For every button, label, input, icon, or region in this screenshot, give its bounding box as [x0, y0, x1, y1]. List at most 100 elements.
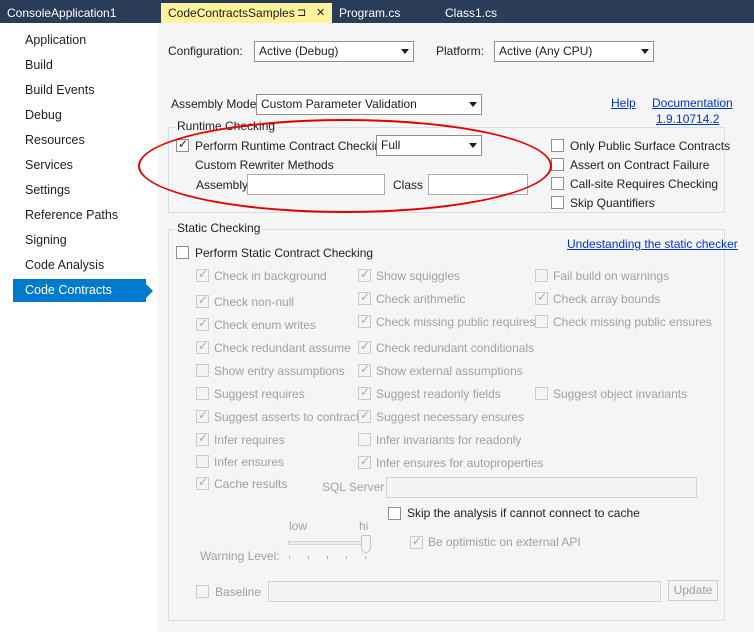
- custom-rewriter-heading: Custom Rewriter Methods: [195, 158, 334, 172]
- close-icon[interactable]: ✕: [316, 3, 325, 23]
- perform-static-checking-label: Perform Static Contract Checking: [195, 246, 374, 260]
- check-non-null-checkbox[interactable]: [196, 293, 209, 308]
- slider-thumb[interactable]: [361, 535, 371, 553]
- show-entry-assumptions-checkbox[interactable]: [196, 364, 209, 377]
- suggest-readonly-fields-checkbox[interactable]: [358, 385, 371, 400]
- perform-static-checking-checkbox[interactable]: [176, 246, 189, 259]
- tab-code-contracts-samples[interactable]: CodeContractsSamples ⊐ ✕: [161, 3, 332, 23]
- suggest-asserts-checkbox[interactable]: [196, 408, 209, 423]
- check-missing-public-requires-checkbox[interactable]: [358, 313, 371, 328]
- check-arithmetic-checkbox[interactable]: [358, 290, 371, 305]
- nav-item-code-analysis[interactable]: Code Analysis: [13, 254, 146, 277]
- nav-item-services[interactable]: Services: [13, 154, 146, 177]
- show-external-assumptions-checkbox[interactable]: [358, 362, 371, 377]
- class-label: Class: [393, 178, 424, 192]
- tab-console-application[interactable]: ConsoleApplication1: [0, 3, 158, 23]
- static-checking-title: Static Checking: [175, 221, 263, 235]
- perform-runtime-checking-label: Perform Runtime Contract Checking: [195, 139, 388, 153]
- only-public-surface-label: Only Public Surface Contracts: [570, 139, 731, 153]
- slider-low-label: low: [289, 519, 308, 533]
- nav-item-application[interactable]: Application: [13, 29, 146, 52]
- chevron-down-icon: [401, 49, 409, 54]
- configuration-value: Active (Debug): [259, 44, 339, 58]
- runtime-check-level-value: Full: [381, 138, 401, 152]
- project-properties-nav: Application Build Build Events Debug Res…: [0, 23, 154, 632]
- suggest-requires-checkbox[interactable]: [196, 387, 209, 400]
- assembly-mode-dropdown[interactable]: Custom Parameter Validation: [256, 94, 482, 115]
- tab-class1-cs[interactable]: Class1.cs: [438, 3, 530, 23]
- nav-item-code-contracts[interactable]: Code Contracts: [13, 279, 146, 302]
- platform-value: Active (Any CPU): [499, 44, 593, 58]
- tab-label: Class1.cs: [445, 6, 498, 20]
- nav-item-settings[interactable]: Settings: [13, 179, 146, 202]
- assembly-mode-label: Assembly Mode:: [171, 97, 260, 111]
- check-array-bounds-checkbox[interactable]: [535, 290, 548, 305]
- tab-program-cs[interactable]: Program.cs: [332, 3, 438, 23]
- cache-results-checkbox[interactable]: [196, 475, 209, 490]
- infer-ensures-autoproperties-label: Infer ensures for autoproperties: [376, 456, 544, 470]
- skip-analysis-cache-checkbox[interactable]: [388, 507, 401, 520]
- slider-track: [288, 541, 370, 545]
- documentation-link[interactable]: Documentation: [652, 96, 733, 110]
- assert-on-failure-label: Assert on Contract Failure: [570, 158, 710, 172]
- check-enum-writes-label: Check enum writes: [214, 318, 317, 332]
- version-link[interactable]: 1.9.10714.2: [656, 112, 719, 126]
- suggest-necessary-ensures-checkbox[interactable]: [358, 408, 371, 423]
- runtime-check-level-dropdown[interactable]: Full: [376, 135, 482, 156]
- rewriter-assembly-input[interactable]: [247, 174, 385, 195]
- slider-tick: [346, 556, 347, 559]
- slider-tick: [308, 556, 309, 559]
- configuration-dropdown[interactable]: Active (Debug): [254, 41, 414, 62]
- infer-ensures-autoproperties-checkbox[interactable]: [358, 454, 371, 469]
- platform-dropdown[interactable]: Active (Any CPU): [494, 41, 654, 62]
- check-redundant-conditionals-label: Check redundant conditionals: [376, 341, 535, 355]
- document-tab-strip: ConsoleApplication1 CodeContractsSamples…: [0, 0, 754, 23]
- check-missing-public-ensures-checkbox[interactable]: [535, 315, 548, 328]
- skip-quantifiers-checkbox[interactable]: [551, 196, 564, 209]
- pin-icon[interactable]: ⊐: [297, 3, 306, 23]
- chevron-down-icon: [469, 143, 477, 148]
- chevron-down-icon: [641, 49, 649, 54]
- fail-build-on-warnings-label: Fail build on warnings: [553, 269, 670, 283]
- update-button[interactable]: Update: [668, 580, 718, 601]
- slider-tick: [289, 556, 290, 559]
- check-in-background-label: Check in background: [214, 269, 327, 283]
- rewriter-class-input[interactable]: [428, 174, 528, 195]
- nav-item-reference-paths[interactable]: Reference Paths: [13, 204, 146, 227]
- slider-tick: [365, 556, 366, 559]
- understanding-static-checker-link[interactable]: Undestanding the static checker: [567, 237, 738, 251]
- be-optimistic-checkbox[interactable]: [410, 534, 423, 549]
- suggest-object-invariants-checkbox[interactable]: [535, 387, 548, 400]
- assert-on-failure-checkbox[interactable]: [551, 158, 564, 171]
- slider-tick: [327, 556, 328, 559]
- cache-results-label: Cache results: [214, 477, 288, 491]
- show-squiggles-checkbox[interactable]: [358, 267, 371, 282]
- only-public-surface-checkbox[interactable]: [551, 139, 564, 152]
- infer-invariants-readonly-checkbox[interactable]: [358, 433, 371, 446]
- nav-item-debug[interactable]: Debug: [13, 104, 146, 127]
- call-site-requires-checkbox[interactable]: [551, 177, 564, 190]
- nav-item-build-events[interactable]: Build Events: [13, 79, 146, 102]
- fail-build-on-warnings-checkbox[interactable]: [535, 269, 548, 282]
- suggest-asserts-label: Suggest asserts to contracts: [214, 410, 366, 424]
- infer-ensures-checkbox[interactable]: [196, 455, 209, 468]
- perform-runtime-checking-checkbox[interactable]: [176, 137, 189, 152]
- infer-requires-checkbox[interactable]: [196, 431, 209, 446]
- show-entry-assumptions-label: Show entry assumptions: [214, 364, 345, 378]
- nav-item-resources[interactable]: Resources: [13, 129, 146, 152]
- assembly-label: Assembly: [196, 178, 249, 192]
- baseline-input[interactable]: [268, 581, 661, 602]
- help-link[interactable]: Help: [611, 96, 636, 110]
- nav-item-signing[interactable]: Signing: [13, 229, 146, 252]
- nav-item-build[interactable]: Build: [13, 54, 146, 77]
- check-enum-writes-checkbox[interactable]: [196, 316, 209, 331]
- selected-arrow-icon: [146, 284, 153, 298]
- sql-server-input[interactable]: [386, 477, 697, 498]
- check-redundant-assume-checkbox[interactable]: [196, 339, 209, 354]
- check-redundant-conditionals-checkbox[interactable]: [358, 339, 371, 354]
- be-optimistic-label: Be optimistic on external API: [428, 535, 581, 549]
- check-missing-public-requires-label: Check missing public requires: [376, 315, 536, 329]
- check-in-background-checkbox[interactable]: [196, 267, 209, 282]
- suggest-requires-label: Suggest requires: [214, 387, 305, 401]
- baseline-checkbox[interactable]: [196, 585, 209, 598]
